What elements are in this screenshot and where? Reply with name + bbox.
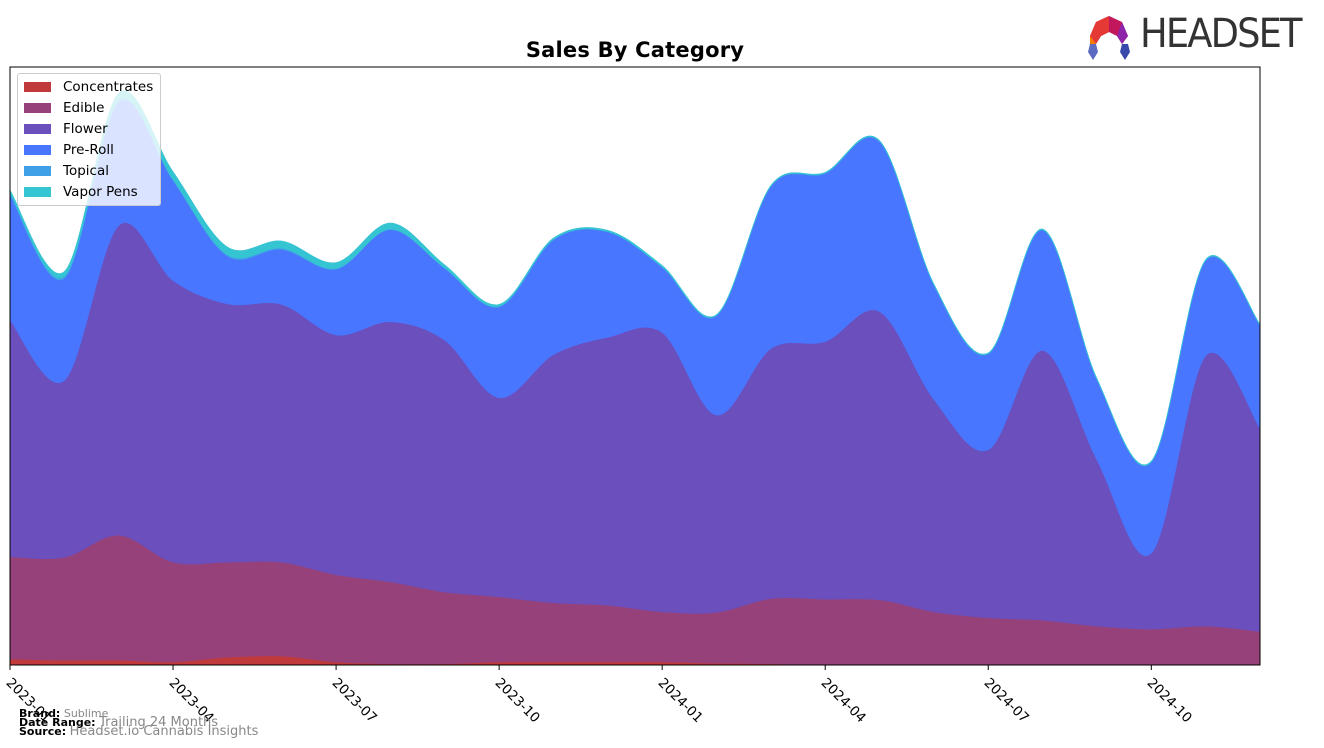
source-label: Source: — [19, 725, 67, 738]
source-value: Headset.io Cannabis Insights — [69, 724, 259, 739]
legend-label: Flower — [63, 121, 108, 137]
legend-label: Vapor Pens — [63, 184, 138, 200]
footer-source: Source: Headset.io Cannabis Insights — [19, 724, 259, 739]
legend-item-topical: Topical — [24, 161, 109, 181]
legend: Concentrates Edible Flower Pre-Roll Topical V… — [17, 73, 161, 206]
legend-swatch — [24, 103, 51, 113]
legend-item-pre-roll: Pre-Roll — [24, 140, 114, 160]
legend-swatch — [24, 187, 51, 197]
legend-swatch — [24, 166, 51, 176]
legend-item-edible: Edible — [24, 98, 104, 118]
legend-label: Topical — [63, 163, 109, 179]
legend-label: Pre-Roll — [63, 142, 114, 158]
legend-item-flower: Flower — [24, 119, 108, 139]
legend-label: Concentrates — [63, 79, 154, 95]
legend-item-concentrates: Concentrates — [24, 77, 153, 97]
legend-swatch — [24, 82, 51, 92]
chart-plot — [9, 66, 1261, 670]
legend-label: Edible — [63, 100, 105, 116]
legend-item-vapor-pens: Vapor Pens — [24, 182, 138, 202]
legend-swatch — [24, 145, 51, 155]
legend-swatch — [24, 124, 51, 134]
